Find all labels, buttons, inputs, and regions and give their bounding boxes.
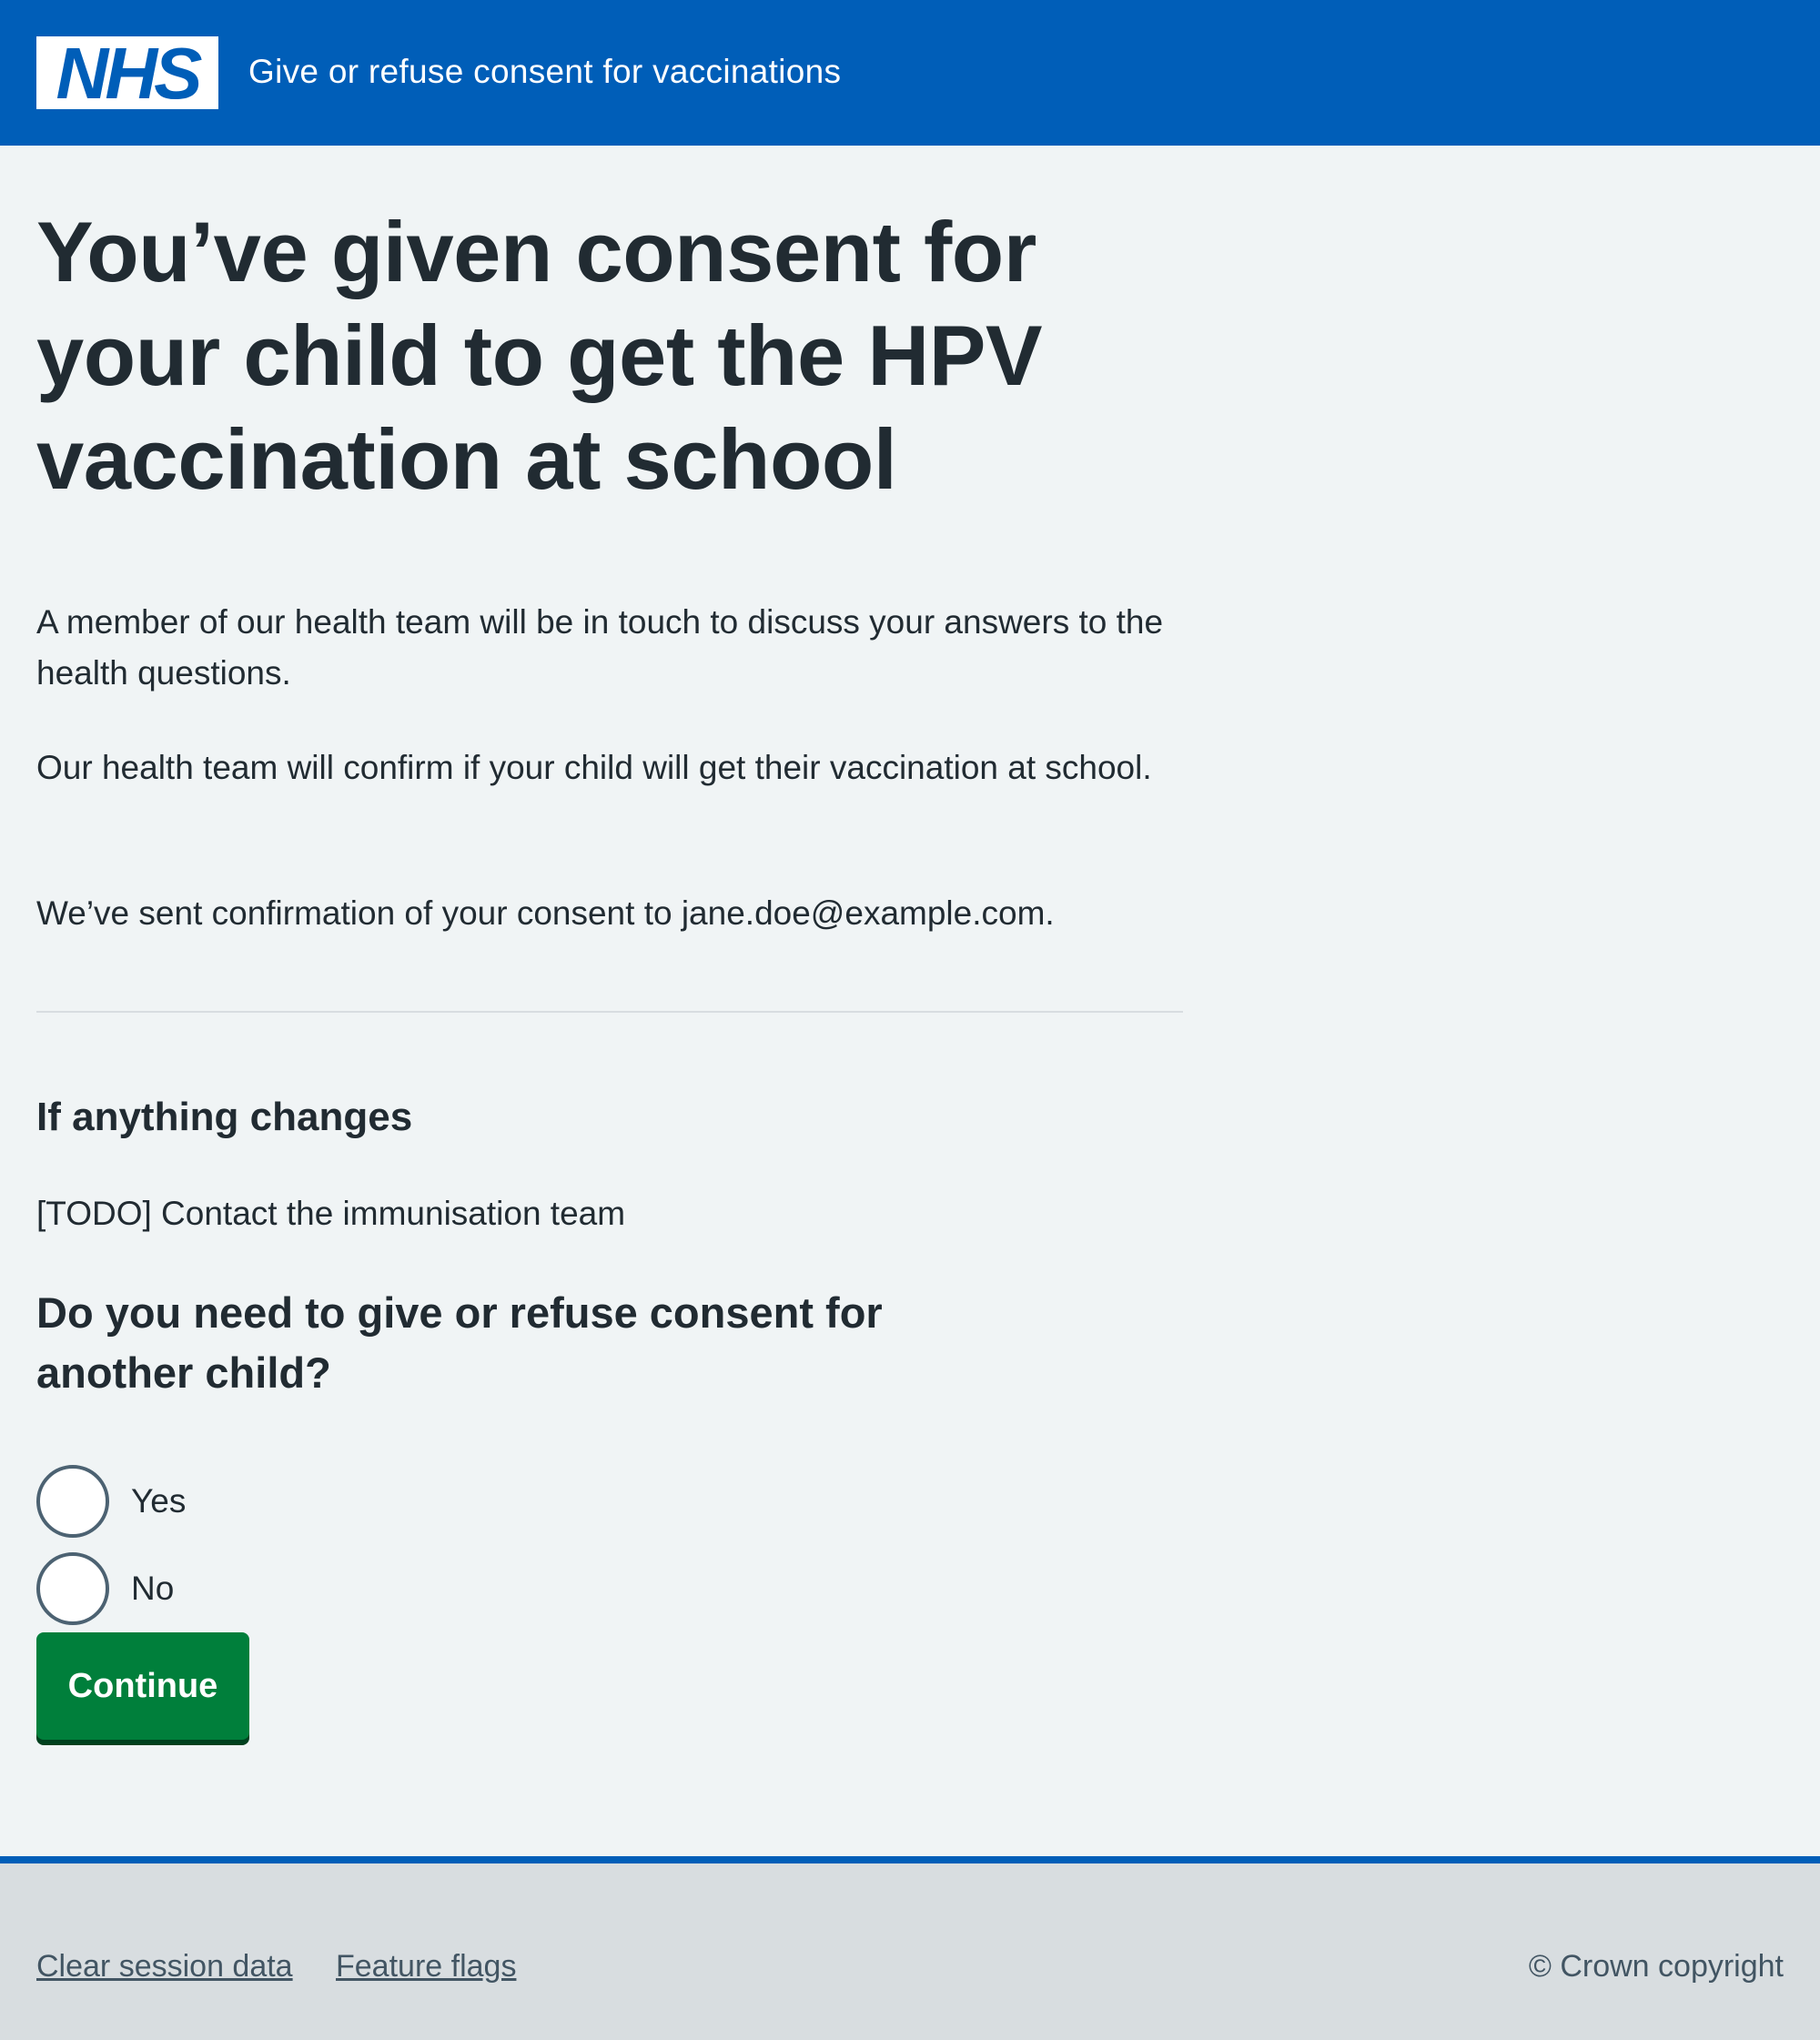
radio-yes-input[interactable] [36, 1465, 109, 1538]
site-header: NHS Give or refuse consent for vaccinati… [0, 0, 1820, 146]
changes-heading: If anything changes [36, 1095, 413, 1139]
radio-option-no[interactable]: No [36, 1552, 174, 1625]
section-divider [36, 1011, 1183, 1013]
service-name-link[interactable]: Give or refuse consent for vaccinations [248, 51, 841, 93]
feature-flags-link[interactable]: Feature flags [336, 1947, 516, 1985]
main-content: You’ve given consent for your child to g… [36, 200, 1183, 1740]
page-title: You’ve given consent for your child to g… [36, 204, 1043, 507]
site-footer: Clear session data Feature flags © Crown… [0, 1856, 1820, 2040]
radio-no-input[interactable] [36, 1552, 109, 1625]
continue-button[interactable]: Continue [36, 1632, 249, 1740]
paragraph-health-team-contact: A member of our health team will be in t… [36, 603, 1164, 692]
nhs-logo[interactable]: NHS [36, 36, 218, 109]
svg-text:NHS: NHS [56, 36, 203, 109]
radio-option-yes[interactable]: Yes [36, 1465, 186, 1538]
changes-text: [TODO] Contact the immunisation team [36, 1195, 626, 1232]
paragraph-email-confirmation: We’ve sent confirmation of your consent … [36, 894, 1055, 932]
copyright-text: © Crown copyright [1528, 1949, 1784, 1984]
nhs-logo-icon: NHS [56, 36, 207, 109]
clear-session-data-link[interactable]: Clear session data [36, 1947, 293, 1985]
another-child-question: Do you need to give or refuse consent fo… [36, 1288, 883, 1397]
paragraph-confirm-vaccination: Our health team will confirm if your chi… [36, 749, 1152, 786]
radio-no-label: No [131, 1570, 175, 1607]
radio-yes-label: Yes [131, 1482, 187, 1520]
